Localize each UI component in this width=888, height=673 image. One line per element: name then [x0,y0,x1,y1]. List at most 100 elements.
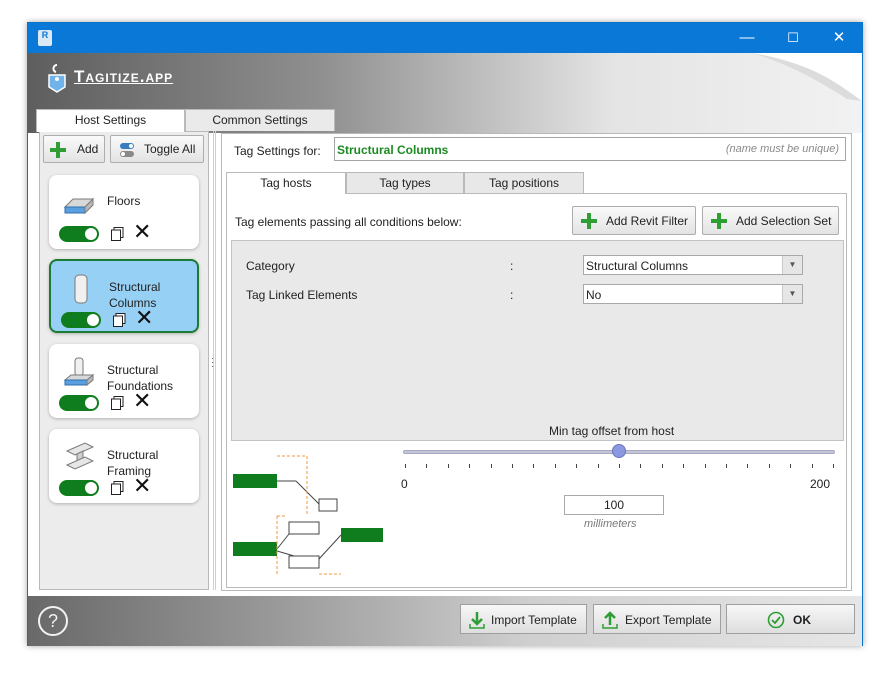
import-template-label: Import Template [491,613,577,627]
host-enabled-toggle[interactable] [61,312,101,328]
export-arrow-icon [602,611,618,629]
add-host-button[interactable]: Add [43,135,105,163]
revit-app-icon: R [38,30,52,46]
add-selection-set-button[interactable]: Add Selection Set [702,206,839,235]
host-enabled-toggle[interactable] [59,480,99,496]
ok-button[interactable]: OK [726,604,855,634]
tag-settings-for-label: Tag Settings for: [234,144,321,158]
slider-tick [512,464,513,468]
remove-host-icon[interactable]: ✕ [133,221,151,243]
host-card-floors[interactable]: Floors ✕ [49,175,199,249]
tab-common-settings[interactable]: Common Settings [185,109,335,131]
conditions-label: Tag elements passing all conditions belo… [235,215,462,229]
duplicate-icon[interactable] [113,313,126,327]
remove-host-icon[interactable]: ✕ [133,390,151,412]
slider-tick [490,464,492,468]
slider-tick [533,464,535,468]
add-host-label: Add [77,142,99,156]
framing-icon [65,442,95,470]
splitter-grip-icon[interactable]: · · · [211,354,214,371]
host-list-panel: Add Toggle All Floors ✕ Structural Colum… [39,131,209,590]
slider-tick [811,464,813,468]
condition-separator: : [510,259,514,273]
host-enabled-toggle[interactable] [59,395,99,411]
import-template-button[interactable]: Import Template [460,604,587,634]
offset-max-label: 200 [810,477,831,491]
plus-icon [50,142,66,158]
slider-tick [790,464,792,468]
slider-tick [747,464,749,468]
title-bar: R — ☐ ✕ [28,23,862,53]
remove-host-icon[interactable]: ✕ [135,307,153,329]
host-name-input[interactable]: Structural Columns (name must be unique) [334,137,846,161]
host-enabled-toggle[interactable] [59,226,99,242]
tag-hosts-content: Tag elements passing all conditions belo… [226,193,847,588]
linked-elements-dropdown[interactable]: No ▼ [583,284,803,304]
condition-separator: : [510,288,514,302]
slider-tick [405,464,406,468]
add-selection-set-label: Add Selection Set [736,214,832,228]
offset-title: Min tag offset from host [549,424,675,438]
floor-icon [63,197,95,215]
tagitize-window: R — ☐ ✕ Tagitize.app Host Settings Commo… [27,22,863,646]
app-logo-text: Tagitize.app [74,67,174,86]
maximize-button[interactable]: ☐ [770,23,816,53]
export-template-button[interactable]: Export Template [593,604,721,634]
add-revit-filter-button[interactable]: Add Revit Filter [572,206,696,235]
slider-tick [640,464,642,468]
duplicate-icon[interactable] [111,227,124,241]
tab-tag-hosts[interactable]: Tag hosts [226,172,346,194]
offset-value-input[interactable]: 100 [564,495,664,515]
slider-tick [447,464,449,468]
tag-settings-panel: Tag Settings for: Structural Columns (na… [221,133,852,591]
host-card-structural-columns[interactable]: Structural Columns ✕ [49,259,199,333]
minimize-button[interactable]: — [724,23,770,53]
footer-bar: ? Import Template Export Template OK [28,596,862,646]
host-card-structural-foundations[interactable]: Structural Foundations ✕ [49,344,199,418]
tab-tag-types[interactable]: Tag types [346,172,464,193]
toggle-all-label: Toggle All [144,142,196,156]
host-name-floors: Floors [107,194,141,208]
slider-tick [704,464,706,468]
category-dropdown[interactable]: Structural Columns ▼ [583,255,803,275]
toggle-all-button[interactable]: Toggle All [110,135,204,163]
toggle-all-icon [120,143,134,157]
offset-unit-label: millimeters [584,518,637,530]
slider-tick [576,464,578,468]
import-arrow-icon [469,612,485,629]
column-icon [74,274,88,304]
slider-tick [469,464,471,468]
tab-host-settings[interactable]: Host Settings [36,109,185,132]
remove-host-icon[interactable]: ✕ [133,475,151,497]
slider-tick [833,464,834,468]
chevron-down-icon[interactable]: ▼ [782,285,802,303]
host-card-structural-framing[interactable]: Structural Framing ✕ [49,429,199,503]
slider-tick [683,464,685,468]
duplicate-icon[interactable] [111,481,124,495]
slider-tick [597,464,599,468]
slider-tick [426,464,428,468]
slider-tick [554,464,556,468]
chevron-down-icon[interactable]: ▼ [782,256,802,274]
duplicate-icon[interactable] [111,396,124,410]
host-name-value: Structural Columns [337,143,449,157]
condition-label-category: Category [246,259,295,273]
offset-min-label: 0 [401,477,408,491]
ok-label: OK [793,613,811,627]
slider-tick [768,464,770,468]
slider-tick [726,464,727,468]
export-template-label: Export Template [625,613,712,627]
plus-icon [711,213,727,229]
tab-tag-positions[interactable]: Tag positions [464,172,584,193]
plus-icon [581,213,597,229]
condition-label-linked: Tag Linked Elements [246,288,358,302]
foundation-icon [63,357,95,387]
tag-offset-diagram [233,455,383,575]
offset-slider-thumb[interactable] [612,444,626,458]
slider-tick [661,464,663,468]
help-icon[interactable]: ? [38,606,68,636]
conditions-grid: Category : Structural Columns ▼ Tag Link… [231,240,844,441]
slider-tick [619,464,620,468]
add-revit-filter-label: Add Revit Filter [606,214,689,228]
close-button[interactable]: ✕ [816,23,862,53]
